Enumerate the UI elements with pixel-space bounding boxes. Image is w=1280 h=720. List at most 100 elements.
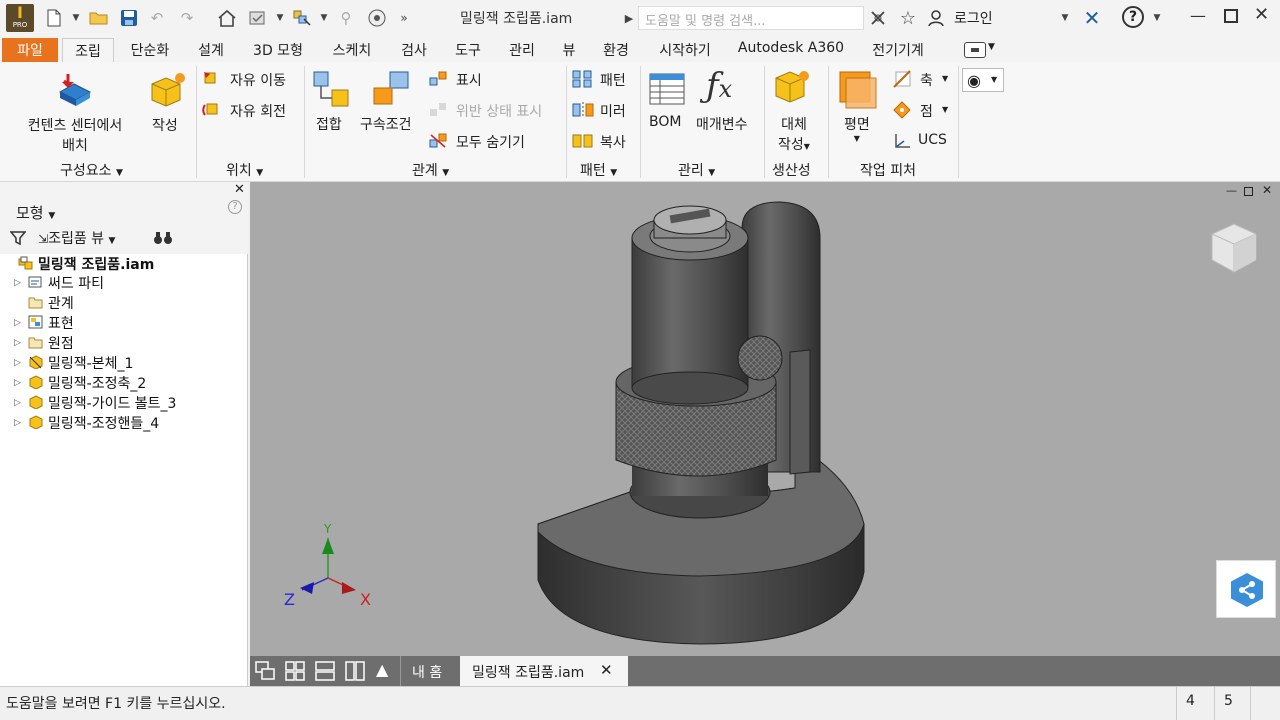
- tree-item-origin[interactable]: ▷ 원점: [0, 333, 248, 353]
- point-button[interactable]: 점: [920, 101, 933, 121]
- close-document-icon[interactable]: ✕: [600, 661, 613, 679]
- tile-horizontal-icon[interactable]: [314, 660, 336, 686]
- tab-autodesk-a360[interactable]: Autodesk A360: [732, 38, 850, 62]
- tab-sketch[interactable]: 스케치: [322, 38, 382, 62]
- show-sick-button[interactable]: 위반 상태 표시: [456, 101, 542, 121]
- search-expand-icon[interactable]: ▶: [622, 8, 636, 28]
- tab-get-started[interactable]: 시작하기: [648, 38, 722, 62]
- maximize-icon[interactable]: [1224, 9, 1238, 23]
- measure-icon[interactable]: ⚲: [334, 8, 358, 28]
- tile-vertical-icon[interactable]: [344, 660, 366, 686]
- expand-arrow-icon[interactable]: ▷: [14, 358, 21, 368]
- tab-3d-model[interactable]: 3D 모형: [244, 38, 312, 62]
- panel-title-component[interactable]: 구성요소 ▼: [60, 160, 123, 180]
- expand-arrow-icon[interactable]: ▷: [14, 278, 21, 288]
- viewport-close-icon[interactable]: ✕: [1262, 183, 1272, 197]
- tree-item-body[interactable]: ▷ 밀링잭-본체_1: [0, 353, 248, 373]
- place-from-content-center-button[interactable]: 컨텐츠 센터에서 배치: [20, 115, 130, 155]
- select-dropdown-icon[interactable]: ▼: [318, 8, 330, 28]
- tab-environments[interactable]: 환경: [594, 38, 638, 62]
- hide-all-button[interactable]: 모두 숨기기: [456, 132, 525, 152]
- cascade-windows-icon[interactable]: [254, 660, 276, 686]
- tree-item-relationships[interactable]: 관계: [0, 293, 248, 313]
- tab-manage[interactable]: 관리: [500, 38, 544, 62]
- close-window-icon[interactable]: ✕: [1254, 4, 1269, 25]
- free-move-button[interactable]: 자유 이동: [230, 70, 286, 90]
- tree-item-adjusting-handle[interactable]: ▷ 밀링잭-조정핸들_4: [0, 413, 248, 433]
- assembly-view-dropdown[interactable]: ⇲조립품 뷰 ▼: [38, 228, 115, 248]
- browser-close-icon[interactable]: ✕: [234, 182, 245, 197]
- appearance-icon[interactable]: [364, 8, 390, 28]
- ribbon-display-dropdown-icon[interactable]: ▼: [988, 42, 995, 52]
- share-button[interactable]: [1216, 560, 1276, 618]
- expand-arrow-icon[interactable]: ▷: [14, 398, 21, 408]
- find-binoculars-icon[interactable]: [154, 230, 172, 249]
- joint-button[interactable]: 접합: [316, 114, 342, 134]
- show-button[interactable]: 표시: [456, 70, 482, 90]
- axis-button[interactable]: 축: [920, 70, 933, 90]
- ucs-button[interactable]: UCS: [918, 132, 947, 148]
- expand-arrow-icon[interactable]: ▷: [14, 318, 21, 328]
- panel-title-pattern[interactable]: 패턴 ▼: [580, 160, 617, 180]
- pattern-button[interactable]: 패턴: [600, 70, 626, 90]
- tab-inspect[interactable]: 검사: [392, 38, 436, 62]
- tab-active-document[interactable]: 밀링잭 조립품.iam ✕: [460, 656, 628, 686]
- substitute-create-button[interactable]: 대체 작성▼: [778, 114, 810, 154]
- bom-button[interactable]: BOM: [649, 114, 681, 130]
- milling-jack-model[interactable]: [520, 192, 880, 652]
- parameters-button[interactable]: 매개변수: [696, 114, 748, 134]
- expand-arrow-icon[interactable]: ▷: [14, 378, 21, 388]
- help-icon[interactable]: ?: [1122, 6, 1144, 28]
- viewport-restore-icon[interactable]: [1244, 187, 1253, 196]
- user-icon[interactable]: [926, 8, 946, 28]
- ribbon-display-icon[interactable]: [964, 42, 986, 58]
- expand-arrow-icon[interactable]: ▷: [14, 418, 21, 428]
- tab-view[interactable]: 뷰: [554, 38, 584, 62]
- constrain-button[interactable]: 구속조건: [360, 114, 412, 134]
- tree-item-representations[interactable]: ▷ 표현: [0, 313, 248, 333]
- browser-help-icon[interactable]: ?: [228, 200, 242, 214]
- new-file-icon[interactable]: [42, 8, 66, 28]
- tab-simplify[interactable]: 단순화: [122, 38, 178, 62]
- mirror-button[interactable]: 미러: [600, 101, 626, 121]
- view-cube[interactable]: [1208, 220, 1260, 280]
- doc-list-up-icon[interactable]: ▲: [376, 660, 388, 679]
- open-folder-icon[interactable]: [88, 8, 110, 28]
- tree-item-third-party[interactable]: ▷ 써드 파티: [0, 273, 248, 293]
- login-dropdown-icon[interactable]: ▼: [1058, 8, 1072, 28]
- help-dropdown-icon[interactable]: ▼: [1150, 8, 1164, 28]
- tab-design[interactable]: 설계: [188, 38, 234, 62]
- search-input[interactable]: 도움말 및 명령 검색...: [638, 6, 864, 30]
- qat-more-icon[interactable]: »: [396, 8, 412, 28]
- browser-title[interactable]: 모형 ▼: [16, 202, 55, 223]
- new-dropdown-icon[interactable]: ▼: [70, 8, 82, 28]
- app-logo[interactable]: I PRO: [6, 4, 34, 32]
- plane-button[interactable]: 평면 ▼: [844, 114, 870, 143]
- update-dropdown-icon[interactable]: ▼: [274, 8, 286, 28]
- tree-item-guide-bolt[interactable]: ▷ 밀링잭-가이드 볼트_3: [0, 393, 248, 413]
- exchange-apps-icon[interactable]: ✕: [1080, 6, 1104, 30]
- search-tool-icon[interactable]: [866, 8, 890, 28]
- filter-icon[interactable]: [9, 230, 27, 250]
- update-icon[interactable]: [246, 8, 270, 28]
- tile-windows-icon[interactable]: [284, 660, 306, 686]
- panel-title-relationships[interactable]: 관계 ▼: [412, 160, 449, 180]
- tab-file[interactable]: 파일: [2, 38, 58, 62]
- tab-tools[interactable]: 도구: [446, 38, 490, 62]
- save-icon[interactable]: [118, 8, 140, 28]
- undo-icon[interactable]: ↶: [146, 8, 168, 28]
- minimize-icon[interactable]: —: [1190, 6, 1206, 25]
- panel-title-manage[interactable]: 관리 ▼: [678, 160, 715, 180]
- tab-electromechanical[interactable]: 전기기계: [860, 38, 936, 62]
- viewport-minimize-icon[interactable]: —: [1226, 184, 1237, 197]
- tab-my-home[interactable]: 내 홈: [412, 656, 442, 686]
- tab-assemble[interactable]: 조립: [62, 38, 114, 62]
- favorites-star-icon[interactable]: ☆: [896, 8, 920, 29]
- redo-icon[interactable]: ↷: [176, 8, 198, 28]
- free-rotate-button[interactable]: 자유 회전: [230, 101, 286, 121]
- panel-title-position[interactable]: 위치 ▼: [226, 160, 263, 180]
- select-icon[interactable]: [290, 8, 314, 28]
- copy-button[interactable]: 복사: [600, 132, 626, 152]
- home-icon[interactable]: [214, 8, 240, 28]
- login-link[interactable]: 로그인: [954, 8, 993, 28]
